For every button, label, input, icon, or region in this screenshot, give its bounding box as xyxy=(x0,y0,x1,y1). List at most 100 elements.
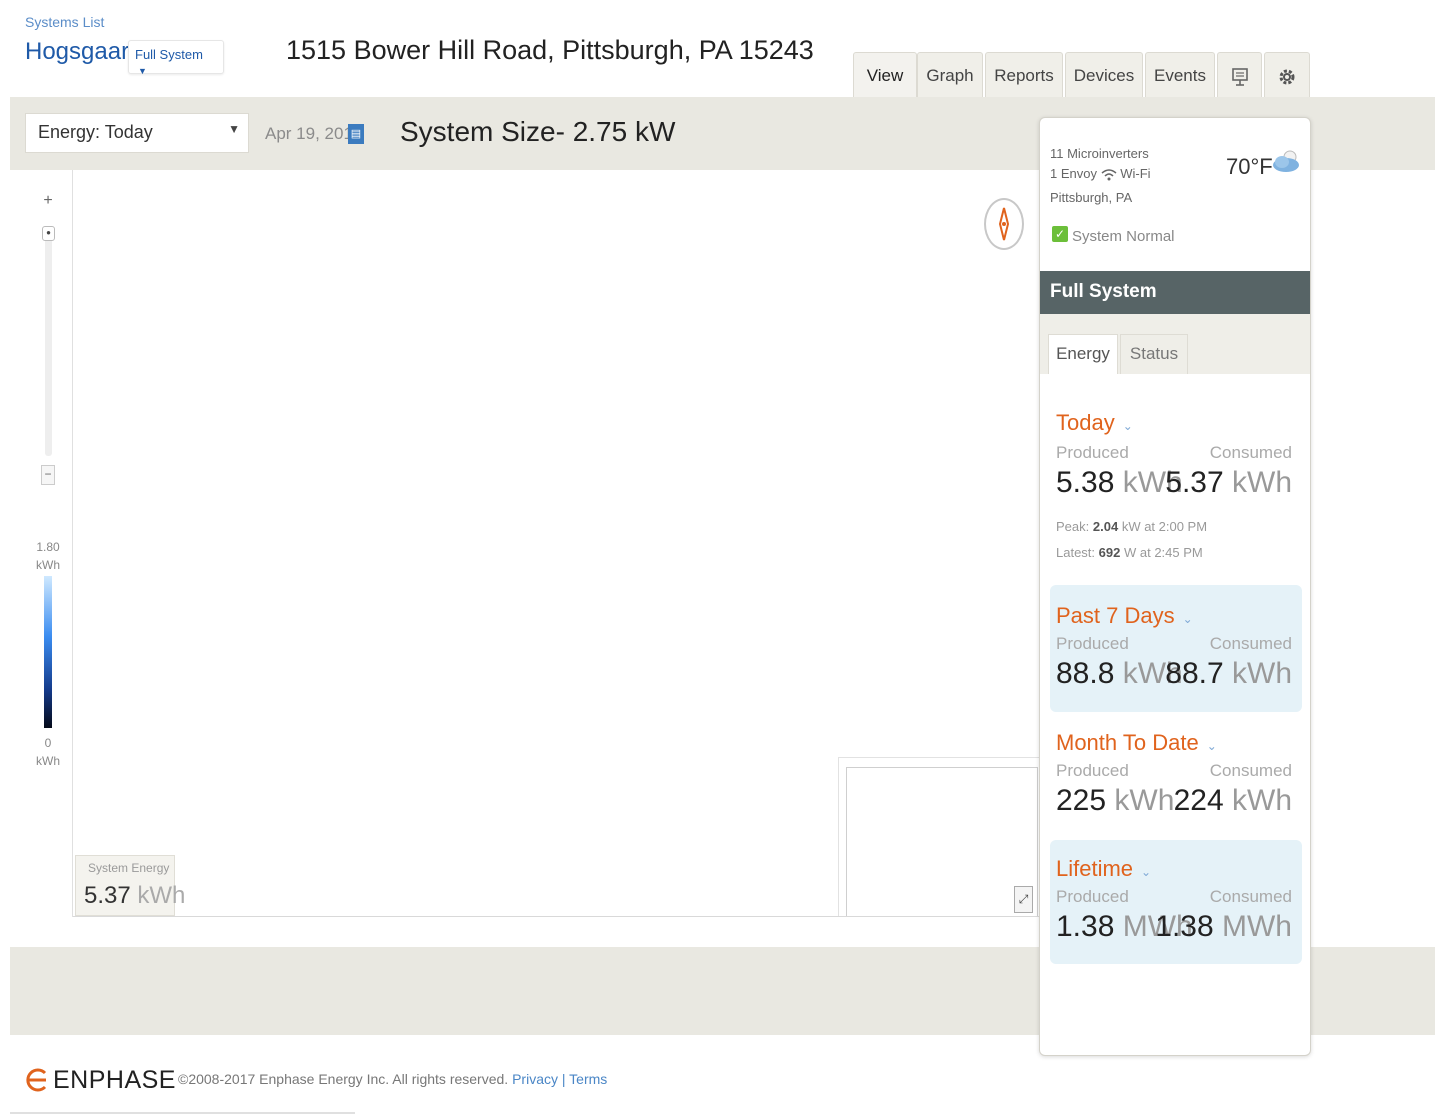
system-energy-number: 5.37 xyxy=(84,882,131,909)
zoom-slider[interactable] xyxy=(45,226,52,456)
footer-divider xyxy=(10,1112,355,1114)
enphase-logo-icon xyxy=(25,1065,49,1100)
consumed-value: 1.38 MWh xyxy=(1155,910,1292,944)
stat-today-title-text: Today xyxy=(1056,410,1115,435)
tab-energy[interactable]: Energy xyxy=(1048,334,1118,374)
calendar-icon[interactable]: ▤ xyxy=(348,124,364,144)
stat-past-7-days: Past 7 Days ⌄ Produced Consumed 88.8 kWh … xyxy=(1050,585,1302,712)
chevron-down-icon: ▼ xyxy=(228,122,240,136)
footer-separator: | xyxy=(561,1071,566,1087)
consumed-number: 88.7 xyxy=(1165,657,1224,690)
brand-name: ENPHASE xyxy=(53,1066,176,1094)
produced-value: 5.38 kWh xyxy=(1056,466,1183,500)
produced-number: 5.38 xyxy=(1056,466,1115,499)
consumed-unit: kWh xyxy=(1232,657,1292,690)
status-ok-icon: ✓ xyxy=(1052,226,1068,242)
peak-label: Peak: xyxy=(1056,519,1090,534)
produced-number: 225 xyxy=(1056,784,1107,817)
consumed-value: 5.37 kWh xyxy=(1165,466,1292,500)
systems-list-link[interactable]: Systems List xyxy=(25,14,104,30)
microinverters-count: 11 Microinverters xyxy=(1050,146,1149,161)
zoom-in-button[interactable]: + xyxy=(41,193,55,211)
stat-lifetime-title[interactable]: Lifetime ⌄ xyxy=(1056,856,1151,882)
consumed-unit: kWh xyxy=(1232,784,1292,817)
stat-month-to-date: Month To Date ⌄ Produced Consumed 225 kWh… xyxy=(1050,718,1302,836)
system-energy-label: System Energy xyxy=(88,861,170,875)
wifi-label: Wi-Fi xyxy=(1120,166,1151,181)
consumed-label: Consumed xyxy=(1209,634,1292,653)
terms-link[interactable]: Terms xyxy=(569,1071,607,1087)
energy-select-label: Energy: Today xyxy=(38,122,153,142)
tab-monitor[interactable] xyxy=(1217,52,1262,99)
stat-lifetime: Lifetime ⌄ Produced Consumed 1.38 MWh 1.3… xyxy=(1050,840,1302,964)
envoy-count: 1 Envoy xyxy=(1050,166,1097,181)
expand-icon[interactable]: ⤢ xyxy=(1014,886,1033,913)
stat-month-title-text: Month To Date xyxy=(1056,730,1199,755)
consumed-number: 5.37 xyxy=(1165,466,1224,499)
overview-map[interactable] xyxy=(846,767,1038,917)
consumed-label: Consumed xyxy=(1209,761,1292,780)
consumed-unit: kWh xyxy=(1232,466,1292,499)
peak-rest: kW at 2:00 PM xyxy=(1121,519,1208,534)
system-energy-value: 5.37 kWh xyxy=(84,882,185,910)
copyright: ©2008-2017 Enphase Energy Inc. All right… xyxy=(178,1071,607,1087)
legend-min-unit: kWh xyxy=(36,754,60,768)
produced-number: 88.8 xyxy=(1056,657,1115,690)
legend-min-value: 0 xyxy=(44,736,52,750)
compass-icon[interactable] xyxy=(984,198,1024,250)
chevron-down-icon: ⌄ xyxy=(1206,739,1217,753)
consumed-label: Consumed xyxy=(1209,443,1292,462)
stat-today-title[interactable]: Today ⌄ xyxy=(1056,410,1133,436)
stat-past7-title-text: Past 7 Days xyxy=(1056,603,1175,628)
system-energy-unit: kWh xyxy=(137,882,186,909)
chevron-down-icon: ▼ xyxy=(138,66,147,76)
zoom-slider-handle[interactable]: ● xyxy=(42,226,55,241)
latest-line: Latest: 692 W at 2:45 PM xyxy=(1056,545,1203,560)
consumed-label: Consumed xyxy=(1209,887,1292,906)
envoy-info: 1 Envoy Wi-Fi xyxy=(1050,166,1151,181)
chevron-down-icon: ⌄ xyxy=(1182,612,1193,626)
latest-rest: W at 2:45 PM xyxy=(1123,545,1203,560)
consumed-value: 224 kWh xyxy=(1174,784,1292,818)
system-address: 1515 Bower Hill Road, Pittsburgh, PA 152… xyxy=(286,35,814,65)
system-size: System Size- 2.75 kW xyxy=(400,116,676,147)
tab-settings[interactable] xyxy=(1264,52,1310,99)
tab-devices[interactable]: Devices xyxy=(1065,52,1143,99)
view-dropdown[interactable]: Full System ▼ xyxy=(128,40,224,76)
stat-past7-title[interactable]: Past 7 Days ⌄ xyxy=(1056,603,1193,629)
tab-status[interactable]: Status xyxy=(1120,334,1188,374)
tab-events[interactable]: Events xyxy=(1145,52,1215,99)
partly-cloudy-icon xyxy=(1270,148,1302,176)
energy-select[interactable]: Energy: Today ▼ xyxy=(25,113,249,153)
map-bottom-border xyxy=(73,916,1040,917)
legend-max-unit: kWh xyxy=(36,558,60,572)
wifi-icon xyxy=(1101,166,1121,181)
view-dropdown-label: Full System xyxy=(135,47,203,62)
stat-lifetime-title-text: Lifetime xyxy=(1056,856,1134,881)
latest-label: Latest: xyxy=(1056,545,1096,560)
consumed-number: 1.38 xyxy=(1155,910,1214,943)
tab-graph[interactable]: Graph xyxy=(917,52,983,99)
stat-month-title[interactable]: Month To Date ⌄ xyxy=(1056,730,1217,756)
consumed-number: 224 xyxy=(1173,784,1224,817)
system-summary-panel: 11 Microinverters 1 Envoy Wi-Fi Pittsbur… xyxy=(1039,117,1311,1056)
privacy-link[interactable]: Privacy xyxy=(512,1071,558,1087)
chevron-down-icon: ⌄ xyxy=(1122,419,1133,433)
copyright-text: ©2008-2017 Enphase Energy Inc. All right… xyxy=(178,1071,509,1087)
produced-number: 1.38 xyxy=(1056,910,1115,943)
system-status: System Normal xyxy=(1072,228,1175,245)
peak-value: 2.04 xyxy=(1092,519,1119,534)
produced-label: Produced xyxy=(1056,887,1129,906)
tab-view[interactable]: View xyxy=(853,52,917,100)
system-location: Pittsburgh, PA xyxy=(1050,190,1133,205)
latest-value: 692 xyxy=(1098,545,1121,560)
produced-value: 88.8 kWh xyxy=(1056,657,1183,691)
tab-reports[interactable]: Reports xyxy=(985,52,1063,99)
legend-max-value: 1.80 xyxy=(36,540,60,554)
consumed-value: 88.7 kWh xyxy=(1165,657,1292,691)
system-name-link[interactable]: Hogsgaard xyxy=(25,38,142,66)
panel-section-title: Full System xyxy=(1040,271,1310,314)
zoom-out-button[interactable]: − xyxy=(41,465,55,485)
produced-label: Produced xyxy=(1056,443,1129,462)
peak-line: Peak: 2.04 kW at 2:00 PM xyxy=(1056,519,1207,534)
